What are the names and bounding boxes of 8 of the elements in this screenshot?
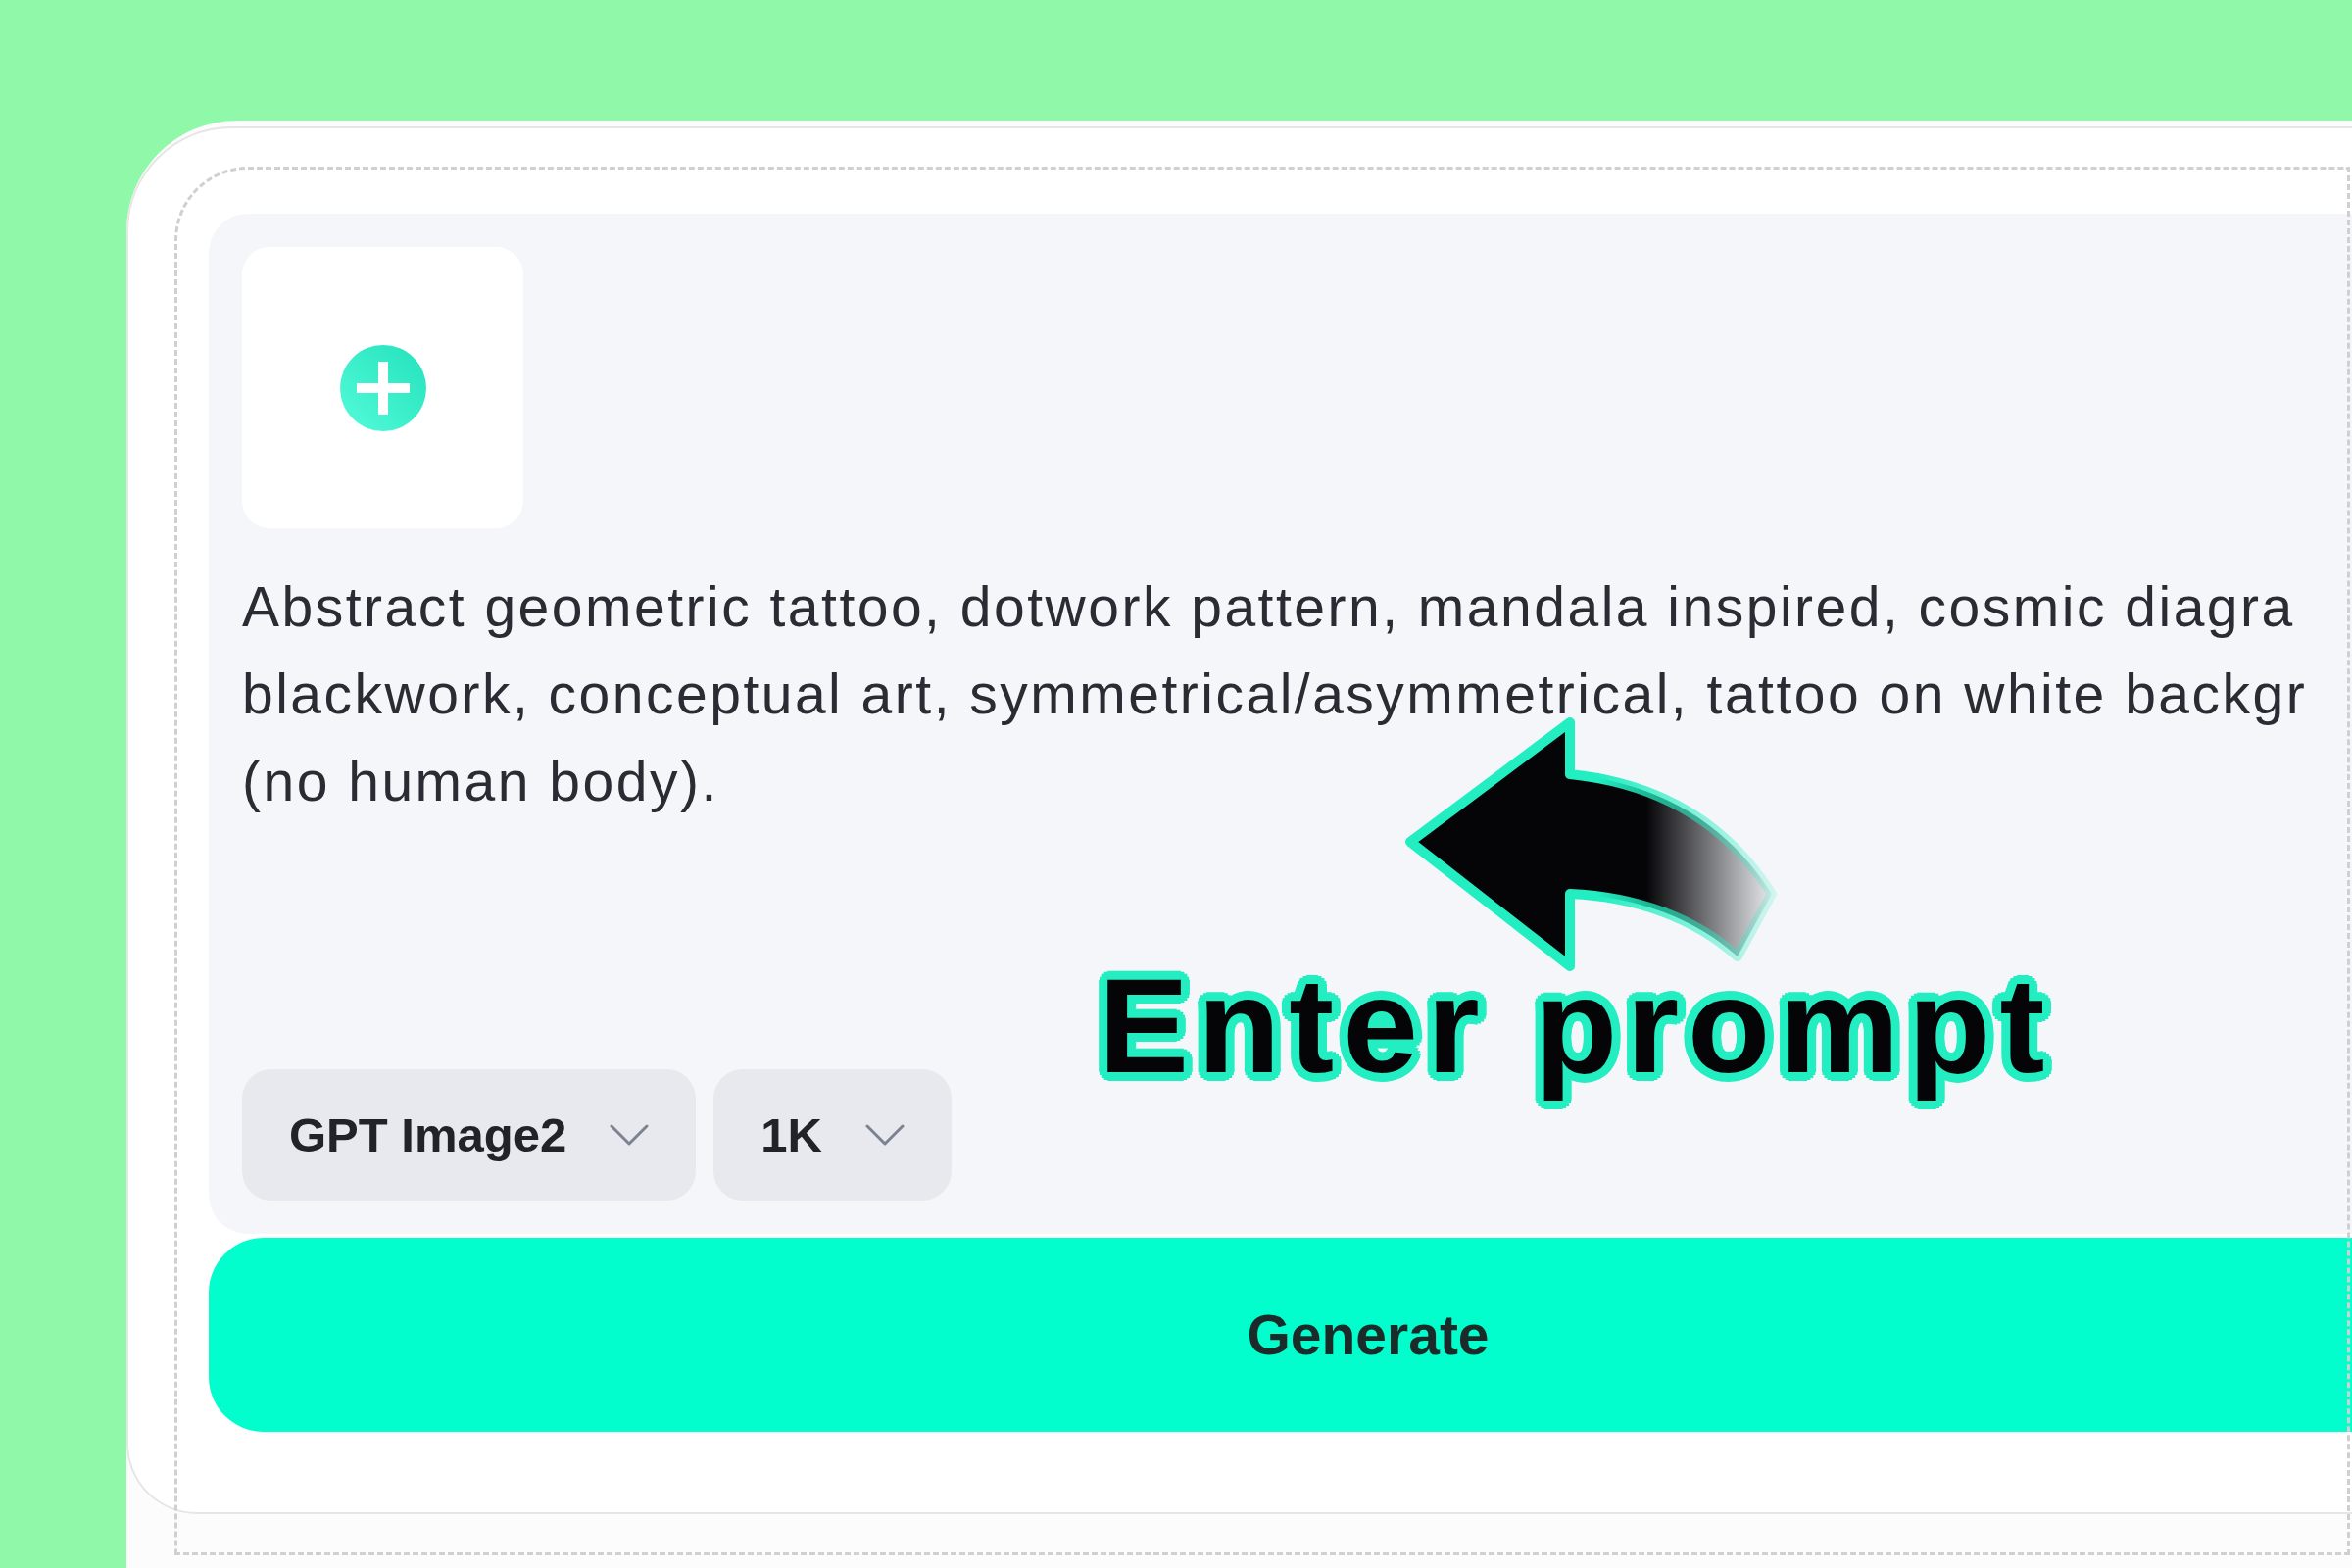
generate-button[interactable]: Generate (209, 1238, 2352, 1432)
plus-icon (339, 344, 426, 431)
dropdown-button[interactable]: GPT Image2 (242, 1069, 697, 1200)
image-upload-button[interactable] (242, 247, 523, 528)
chevron-down-icon (864, 1124, 905, 1146)
prompt-field[interactable]: Abstract geometric tattoo, dotwork pattern, mandala inspired, cosmic diagra blackwork, conceptual art, symmetrical/asymmetrical, tattoo on white backgr (no human body). (242, 564, 2308, 825)
chevron-down-icon (610, 1124, 650, 1146)
dropdown-button[interactable]: 1K (713, 1069, 952, 1200)
